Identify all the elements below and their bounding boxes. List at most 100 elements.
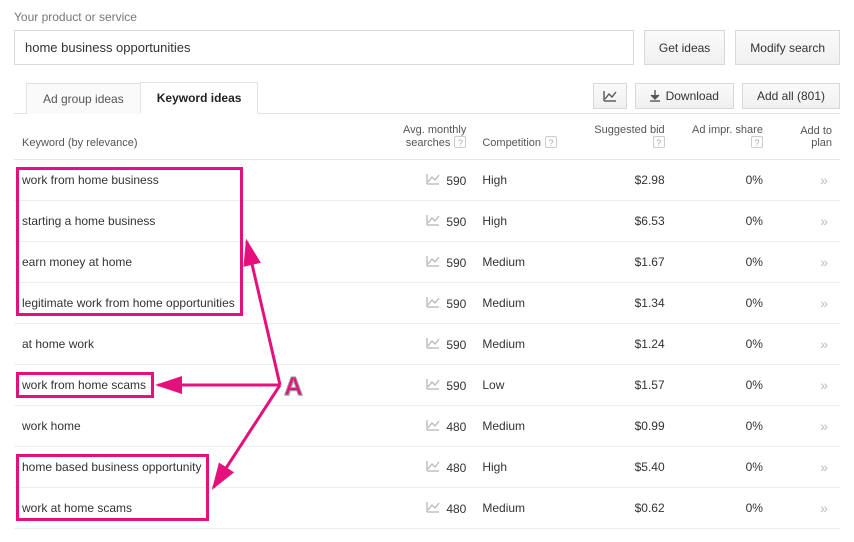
ad-impr-cell: 0% xyxy=(673,242,771,283)
search-row: Get ideas Modify search xyxy=(14,30,840,65)
table-row: legitimate work from home opportunities … xyxy=(14,283,840,324)
suggested-bid-cell: $1.34 xyxy=(574,283,673,324)
trend-icon[interactable] xyxy=(426,501,440,513)
table-row: starting a home business 590 High$6.530% » xyxy=(14,201,840,242)
trend-icon[interactable] xyxy=(426,296,440,308)
suggested-bid-cell: $1.67 xyxy=(574,242,673,283)
keyword-cell[interactable]: at home work xyxy=(22,337,94,351)
col-add-to-plan: Add to plan xyxy=(771,114,840,160)
keyword-cell[interactable]: starting a home business xyxy=(22,214,155,228)
chart-view-button[interactable] xyxy=(593,83,627,109)
add-to-plan-button[interactable]: » xyxy=(816,500,832,516)
suggested-bid-cell: $2.98 xyxy=(574,160,673,201)
add-to-plan-button[interactable]: » xyxy=(816,295,832,311)
competition-cell: High xyxy=(474,160,573,201)
add-to-plan-button[interactable]: » xyxy=(816,336,832,352)
tab-ad-group-ideas[interactable]: Ad group ideas xyxy=(26,83,141,114)
suggested-bid-cell: $6.53 xyxy=(574,201,673,242)
avg-searches-cell: 590 xyxy=(446,215,466,229)
add-to-plan-button[interactable]: » xyxy=(816,459,832,475)
tabs-row: Ad group ideas Keyword ideas Download Ad… xyxy=(14,81,840,114)
add-to-plan-button[interactable]: » xyxy=(816,377,832,393)
suggested-bid-cell: $0.62 xyxy=(574,488,673,529)
keyword-cell[interactable]: work from home business xyxy=(22,173,159,187)
suggested-bid-cell: $1.24 xyxy=(574,324,673,365)
keyword-cell[interactable]: legitimate work from home opportunities xyxy=(22,296,235,310)
col-ad-impr-share[interactable]: Ad impr. share? xyxy=(673,114,771,160)
ad-impr-cell: 0% xyxy=(673,160,771,201)
trend-icon[interactable] xyxy=(426,214,440,226)
get-ideas-button[interactable]: Get ideas xyxy=(644,30,725,65)
field-label: Your product or service xyxy=(14,10,840,24)
avg-searches-cell: 480 xyxy=(446,461,466,475)
col-bid-label: Suggested bid xyxy=(594,124,664,136)
keyword-cell[interactable]: earn money at home xyxy=(22,255,132,269)
avg-searches-cell: 590 xyxy=(446,297,466,311)
ad-impr-cell: 0% xyxy=(673,488,771,529)
suggested-bid-cell: $0.99 xyxy=(574,406,673,447)
table-row: work home 480Medium$0.990%» xyxy=(14,406,840,447)
keyword-cell[interactable]: work from home scams xyxy=(22,378,146,392)
table-row: earn money at home 590 Medium$1.670% » xyxy=(14,242,840,283)
add-to-plan-button[interactable]: » xyxy=(816,418,832,434)
download-button[interactable]: Download xyxy=(635,83,734,109)
table-row: work at home scams 480 Medium$0.620% » xyxy=(14,488,840,529)
tab-keyword-ideas[interactable]: Keyword ideas xyxy=(140,82,259,114)
modify-search-button[interactable]: Modify search xyxy=(735,30,840,65)
download-icon xyxy=(650,90,660,102)
download-label: Download xyxy=(666,89,719,103)
trend-icon[interactable] xyxy=(426,173,440,185)
add-to-plan-button[interactable]: » xyxy=(816,172,832,188)
ad-impr-cell: 0% xyxy=(673,406,771,447)
suggested-bid-cell: $1.57 xyxy=(574,365,673,406)
trend-icon[interactable] xyxy=(426,460,440,472)
trend-icon[interactable] xyxy=(426,419,440,431)
table-row: home based business opportunity 480 High$… xyxy=(14,447,840,488)
chart-icon xyxy=(603,90,617,102)
col-avg-searches[interactable]: Avg. monthly searches? xyxy=(366,114,475,160)
avg-searches-cell: 590 xyxy=(446,256,466,270)
trend-icon[interactable] xyxy=(426,378,440,390)
competition-cell: Medium xyxy=(474,283,573,324)
ad-impr-cell: 0% xyxy=(673,447,771,488)
avg-searches-cell: 590 xyxy=(446,338,466,352)
trend-icon[interactable] xyxy=(426,255,440,267)
add-to-plan-button[interactable]: » xyxy=(816,254,832,270)
ad-impr-cell: 0% xyxy=(673,365,771,406)
table-row: at home work 590 Medium$1.240% » xyxy=(14,324,840,365)
add-to-plan-button[interactable]: » xyxy=(816,213,832,229)
competition-cell: High xyxy=(474,447,573,488)
keyword-cell[interactable]: work home xyxy=(22,419,81,433)
col-keyword[interactable]: Keyword (by relevance) xyxy=(14,114,366,160)
col-suggested-bid[interactable]: Suggested bid? xyxy=(574,114,673,160)
help-icon[interactable]: ? xyxy=(545,136,557,148)
competition-cell: Medium xyxy=(474,488,573,529)
ad-impr-cell: 0% xyxy=(673,201,771,242)
trend-icon[interactable] xyxy=(426,337,440,349)
avg-searches-cell: 590 xyxy=(446,174,466,188)
table-row: work from home business 590 High$2.980% » xyxy=(14,160,840,201)
search-input[interactable] xyxy=(14,30,634,65)
ad-impr-cell: 0% xyxy=(673,324,771,365)
competition-cell: Low xyxy=(474,365,573,406)
avg-searches-cell: 480 xyxy=(446,420,466,434)
keyword-cell[interactable]: home based business opportunity xyxy=(22,460,201,474)
avg-searches-cell: 590 xyxy=(446,379,466,393)
add-all-button[interactable]: Add all (801) xyxy=(742,83,840,109)
col-impr-label: Ad impr. share xyxy=(692,124,763,136)
table-wrap: Keyword (by relevance) Avg. monthly sear… xyxy=(14,114,840,529)
col-competition-label: Competition xyxy=(482,137,541,149)
keyword-table: Keyword (by relevance) Avg. monthly sear… xyxy=(14,114,840,529)
help-icon[interactable]: ? xyxy=(751,136,763,148)
competition-cell: Medium xyxy=(474,324,573,365)
ad-impr-cell: 0% xyxy=(673,283,771,324)
help-icon[interactable]: ? xyxy=(653,136,665,148)
col-competition[interactable]: Competition? xyxy=(474,114,573,160)
table-row: work from home scams 590 Low$1.570% » xyxy=(14,365,840,406)
avg-searches-cell: 480 xyxy=(446,502,466,516)
competition-cell: High xyxy=(474,201,573,242)
help-icon[interactable]: ? xyxy=(454,136,466,148)
competition-cell: Medium xyxy=(474,242,573,283)
suggested-bid-cell: $5.40 xyxy=(574,447,673,488)
keyword-cell[interactable]: work at home scams xyxy=(22,501,132,515)
